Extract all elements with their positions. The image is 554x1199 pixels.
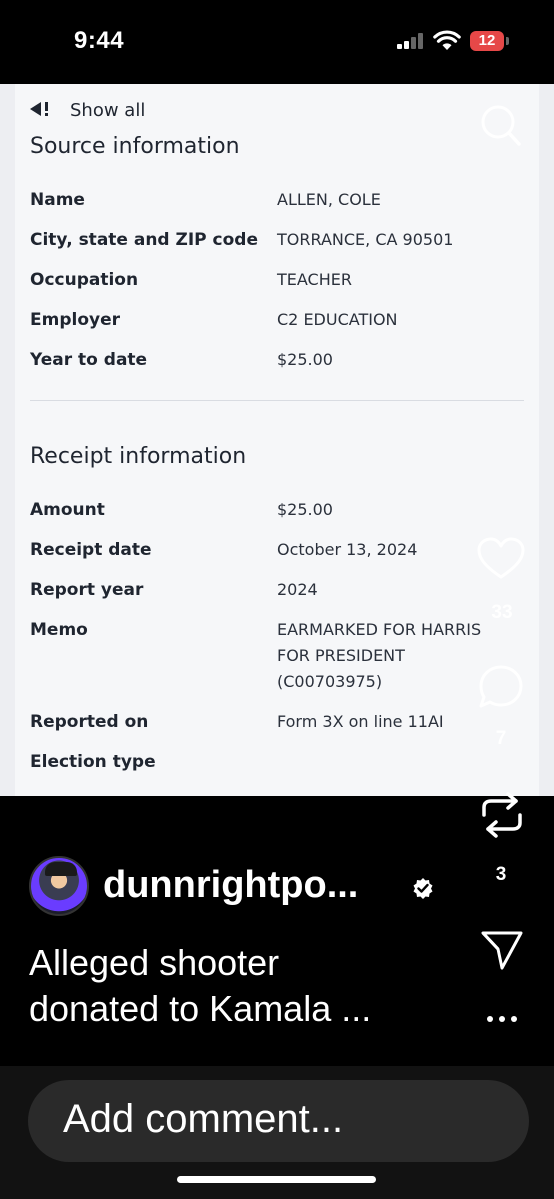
receipt-information-title: Receipt information: [30, 444, 247, 469]
source-value-occupation: TEACHER: [277, 270, 352, 289]
post-caption[interactable]: Alleged shooter donated to Kamala ...: [29, 940, 419, 1032]
receipt-value-date: October 13, 2024: [277, 540, 418, 559]
more-options-icon[interactable]: [486, 1014, 518, 1024]
show-all-link[interactable]: Show all: [70, 100, 145, 121]
source-information-title: Source information: [30, 134, 240, 159]
receipt-value-reported-on: Form 3X on line 11AI: [277, 712, 444, 731]
username[interactable]: dunnrightpo...: [103, 864, 358, 907]
receipt-label-memo: Memo: [30, 620, 88, 640]
source-label-name: Name: [30, 190, 85, 210]
source-value-ytd: $25.00: [277, 350, 333, 369]
document-screenshot: Show all Source information Name ALLEN, …: [0, 84, 554, 796]
home-indicator[interactable]: [177, 1176, 376, 1183]
receipt-label-election-type: Election type: [30, 752, 156, 772]
repost-icon[interactable]: [480, 791, 524, 839]
verified-badge-icon: [413, 878, 433, 899]
receipt-label-report-year: Report year: [30, 580, 144, 600]
caption-line-1: Alleged shooter: [29, 942, 280, 983]
battery-level: 12: [478, 32, 496, 49]
status-time: 9:44: [74, 27, 125, 54]
receipt-value-amount: $25.00: [277, 500, 333, 519]
share-send-icon[interactable]: [480, 929, 524, 971]
source-label-occupation: Occupation: [30, 270, 139, 290]
receipt-label-amount: Amount: [30, 500, 105, 520]
source-value-city: TORRANCE, CA 90501: [277, 230, 454, 249]
source-value-name: ALLEN, COLE: [277, 190, 381, 209]
battery-icon: 12: [470, 31, 504, 51]
cellular-signal-icon: [397, 33, 425, 49]
comment-placeholder: Add comment...: [63, 1097, 344, 1141]
receipt-value-memo-line1: EARMARKED FOR HARRIS: [277, 620, 482, 639]
receipt-value-memo-line3: (C00703975): [277, 672, 383, 691]
like-heart-icon[interactable]: [477, 537, 525, 581]
like-count: 33: [491, 602, 513, 623]
search-icon[interactable]: [480, 104, 522, 148]
battery-tip: [506, 37, 509, 45]
avatar[interactable]: [29, 856, 89, 916]
announcement-icon: [30, 102, 48, 116]
source-label-city: City, state and ZIP code: [30, 230, 259, 250]
repost-count: 3: [495, 864, 507, 885]
comment-bubble-icon[interactable]: [478, 664, 524, 710]
wifi-icon: [433, 30, 461, 50]
receipt-value-report-year: 2024: [277, 580, 318, 599]
source-value-employer: C2 EDUCATION: [277, 310, 398, 329]
receipt-label-date: Receipt date: [30, 540, 152, 560]
receipt-value-memo-line2: FOR PRESIDENT: [277, 646, 405, 665]
comment-count: 7: [495, 728, 507, 749]
avatar-cap: [45, 862, 77, 876]
status-bar: 9:44 12: [0, 0, 554, 84]
receipt-label-reported-on: Reported on: [30, 712, 149, 732]
section-divider: [30, 400, 524, 401]
source-label-ytd: Year to date: [30, 350, 148, 370]
source-label-employer: Employer: [30, 310, 120, 330]
caption-line-2: donated to Kamala ...: [29, 988, 372, 1029]
